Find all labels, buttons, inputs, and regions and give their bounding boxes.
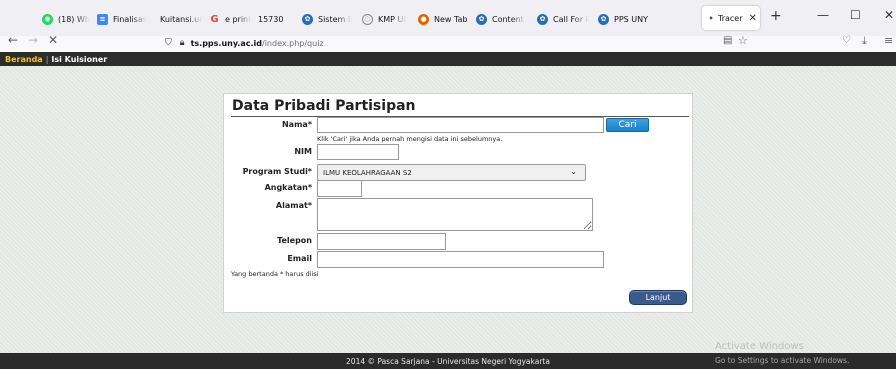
url-path: /index.php/quiz [262, 38, 324, 48]
breadcrumb-separator: | [45, 54, 49, 64]
tab-tracer-active[interactable]: • Tracer ✕ [702, 6, 760, 30]
tab-label: Tracer [718, 13, 743, 23]
lanjut-button[interactable]: Lanjut [629, 290, 687, 305]
new-tab-button[interactable]: + [770, 8, 782, 24]
tab-finalisasi[interactable]: ≡ Finalisasi [97, 9, 147, 29]
tab-whatsapp[interactable]: ◉ (18) Wha [42, 9, 90, 29]
footer-text: 2014 © Pasca Sarjana - Universitas Neger… [346, 356, 550, 366]
tab-label: Kuitansi.uny [160, 14, 202, 24]
nama-label: Nama* [281, 120, 312, 129]
address-bar[interactable]: ⛉ 🔒︎ ts.pps.uny.ac.id /index.php/quiz [165, 36, 324, 50]
back-button[interactable]: ← [8, 33, 18, 47]
cari-button[interactable]: Cari [606, 118, 649, 132]
tab-label: Content [492, 14, 524, 24]
telepon-input[interactable] [317, 233, 446, 250]
tab-pps-uny[interactable]: ✿ PPS UNY [598, 9, 650, 29]
uny-icon: ✿ [537, 13, 548, 25]
firefox-icon: ● [418, 13, 429, 25]
tab-label: KMP UN [378, 14, 406, 24]
nama-input[interactable] [317, 117, 604, 133]
alamat-label: Alamat* [275, 201, 312, 210]
minimize-button[interactable]: — [817, 8, 829, 22]
menu-icon[interactable]: ≡ [884, 34, 893, 47]
uny-icon: ✿ [598, 13, 609, 25]
maximize-button[interactable]: ☐ [850, 8, 861, 22]
angkatan-label: Angkatan* [264, 183, 312, 192]
participant-form: Data Pribadi Partisipan Nama* Cari Klik … [223, 93, 693, 313]
tab-kmp[interactable]: ◌ KMP UN [362, 9, 406, 29]
tab-label: (18) Wha [58, 14, 90, 24]
alamat-textarea[interactable] [317, 198, 593, 231]
stop-button[interactable]: ✕ [48, 33, 58, 47]
tab-sistem[interactable]: ✿ Sistem In [302, 9, 352, 29]
nim-input[interactable] [317, 144, 399, 160]
uny-icon: ✿ [476, 13, 487, 25]
tab-15730[interactable]: 15730 [258, 9, 288, 29]
windows-activation-subtitle: Go to Settings to activate Windows. [715, 356, 850, 365]
chevron-down-icon: ⌄ [570, 167, 577, 176]
tab-eprint[interactable]: G e print u [209, 9, 251, 29]
tab-label: Call For P [553, 14, 589, 24]
cari-hint: Klik 'Cari' jika Anda pernah mengisi dat… [317, 135, 503, 143]
page-icon: • [708, 13, 714, 23]
prodi-label: Program Studi* [242, 167, 312, 176]
reader-view-icon[interactable]: ▤ [723, 35, 732, 46]
tab-label: 15730 [258, 14, 284, 24]
bookmark-star-icon[interactable]: ☆ [738, 34, 748, 47]
pocket-icon[interactable]: ♡ [842, 35, 851, 46]
site-header: Beranda | Isi Kuisioner [0, 52, 896, 66]
close-window-button[interactable]: ✕ [884, 8, 894, 22]
globe-icon: ◌ [362, 13, 373, 25]
download-icon[interactable]: ⤓ [862, 34, 867, 48]
breadcrumb-home[interactable]: Beranda [5, 55, 43, 64]
breadcrumb-current: Isi Kuisioner [51, 54, 108, 64]
email-label: Email [287, 254, 312, 263]
docs-icon: ≡ [97, 13, 108, 25]
forward-button[interactable]: → [28, 33, 38, 47]
whatsapp-icon: ◉ [42, 13, 53, 25]
tab-label: New Tab [434, 14, 468, 24]
telepon-label: Telepon [277, 236, 312, 245]
tab-kuitansi[interactable]: Kuitansi.uny [160, 9, 202, 29]
windows-activation-title: Activate Windows [715, 341, 804, 352]
form-title: Data Pribadi Partisipan [232, 98, 416, 114]
url-host: ts.pps.uny.ac.id [190, 38, 262, 48]
email-input[interactable] [317, 251, 604, 268]
lock-icon[interactable]: 🔒︎ [180, 38, 185, 48]
tab-label: e print u [225, 14, 251, 24]
tab-content[interactable]: ✿ Content [476, 9, 526, 29]
nim-label: NIM [294, 147, 312, 156]
prodi-selected-value: ILMU KEOLAHRAGAAN S2 [323, 168, 412, 177]
angkatan-input[interactable] [317, 180, 362, 197]
tab-new-tab[interactable]: ● New Tab [418, 9, 468, 29]
shield-icon[interactable]: ⛉ [165, 38, 172, 48]
browser-nav-bar: ← → ✕ ⛉ 🔒︎ ts.pps.uny.ac.id /index.php/q… [0, 33, 896, 50]
tab-label: PPS UNY [614, 14, 648, 24]
close-tab-icon[interactable]: ✕ [749, 13, 757, 24]
tab-label: Finalisasi [113, 14, 147, 24]
google-icon: G [210, 13, 219, 25]
tab-call-for-paper[interactable]: ✿ Call For P [537, 9, 589, 29]
tab-label: Sistem In [318, 14, 352, 24]
uny-icon: ✿ [302, 13, 313, 25]
required-note: Yang bertanda * harus diisi [231, 270, 319, 278]
bottom-strip [0, 369, 896, 376]
prodi-select[interactable]: ILMU KEOLAHRAGAAN S2 ⌄ [317, 164, 586, 181]
browser-tab-bar: ◉ (18) Wha ≡ Finalisasi Kuitansi.uny G e… [0, 0, 896, 36]
